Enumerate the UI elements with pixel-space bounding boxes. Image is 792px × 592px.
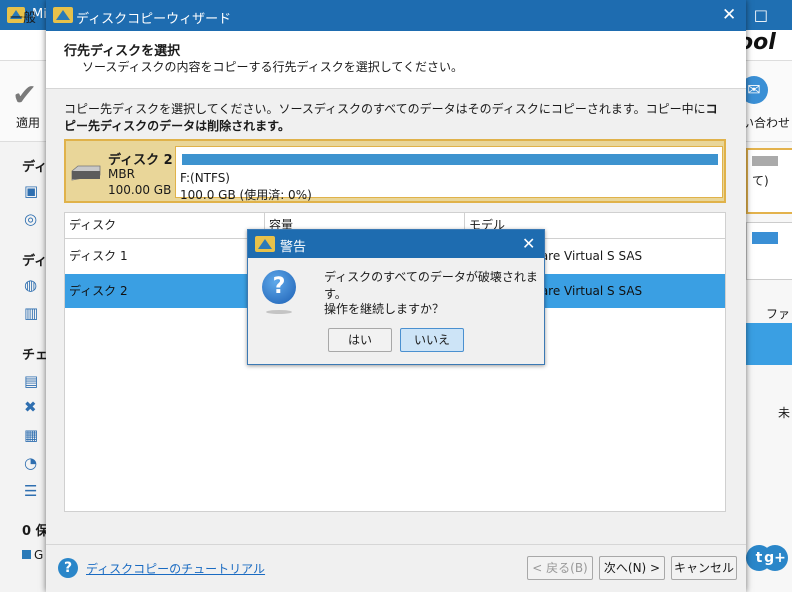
help-icon[interactable]: ? [58, 558, 78, 578]
sidebar-header-1: ディ [22, 160, 48, 175]
background-partition-bar [752, 156, 778, 166]
warning-message: ディスクのすべてのデータが破壊されます。 [324, 270, 538, 301]
background-disk-card-2[interactable] [746, 222, 792, 280]
cancel-button[interactable]: キャンセル [671, 556, 737, 580]
confirm-question: 操作を継続しますか？ [324, 302, 445, 316]
hard-disk-icon [71, 165, 101, 181]
row-disk: ディスク 2 [69, 284, 128, 298]
disk-icon[interactable]: ▣ [24, 182, 40, 200]
partition-block[interactable]: F:(NTFS) 100.0 GB (使用済: 0%) [175, 146, 723, 202]
next-button[interactable]: 次へ(N) > [599, 556, 665, 580]
wizard-header: 行先ディスクを選択 ソースディスクの内容をコピーする行先ディスクを選択してくださ… [46, 31, 746, 89]
list-icon[interactable]: ☰ [24, 482, 40, 500]
menu-general[interactable]: 一般 [10, 7, 36, 26]
apply-label[interactable]: 適用 [16, 114, 40, 131]
disk-refresh-icon[interactable]: ◎ [24, 210, 40, 228]
page-subtitle: ソースディスクの内容をコピーする行先ディスクを選択してください。 [82, 60, 464, 74]
warning-dialog: 警告 ✕ ? ディスクのすべてのデータが破壊されます。 操作を継続しますか？ は… [247, 229, 545, 365]
close-icon[interactable]: ✕ [722, 5, 736, 25]
disk-size: 100.00 GB [108, 183, 172, 197]
surface-test-icon[interactable]: ▦ [24, 426, 40, 444]
legend-label: G [34, 548, 44, 562]
trash-icon[interactable]: ▥ [24, 304, 40, 322]
sidebar-header-2: ディ [22, 254, 48, 269]
selected-disk-card[interactable]: ディスク 2 MBR 100.00 GB F:(NTFS) 100.0 GB (… [64, 139, 726, 203]
disk-type: MBR [108, 167, 135, 181]
globe-icon[interactable]: ◍ [24, 276, 40, 294]
legend-item: G [22, 548, 43, 562]
close-icon[interactable]: ✕ [522, 234, 535, 253]
contact-label[interactable]: い合わせ [742, 114, 790, 131]
tools-icon[interactable]: ✖ [24, 398, 40, 416]
legend-swatch-icon [22, 550, 31, 559]
instruction-plain: コピー先ディスクを選択してください。ソースディスクのすべてのデータはそのディスク… [64, 102, 706, 116]
column-header-disk[interactable]: ディスク [65, 213, 265, 238]
no-button[interactable]: いいえ [400, 328, 464, 352]
footer-divider [46, 544, 746, 545]
wizard-app-icon [53, 7, 73, 23]
pending-ops-label: 0 保 [22, 524, 49, 539]
page-title: 行先ディスクを選択 [64, 44, 181, 59]
apply-check-icon[interactable]: ✔ [12, 78, 37, 113]
disk-name: ディスク 2 [108, 153, 173, 168]
gauge-icon[interactable]: ◔ [24, 454, 40, 472]
background-partition-text: て) [752, 174, 769, 188]
tutorial-link[interactable]: ディスクコピーのチュートリアル [86, 560, 265, 577]
back-button[interactable]: < 戻る(B) [527, 556, 593, 580]
wizard-title: ディスクコピーウィザード [76, 12, 232, 27]
google-plus-icon[interactable]: g+ [762, 545, 788, 571]
background-partition-bar-2 [752, 232, 778, 244]
background-column-label: ファ [766, 307, 791, 321]
align-icon[interactable]: ▤ [24, 372, 40, 390]
sidebar-header-3: チェ [22, 348, 49, 363]
warning-title: 警告 [280, 240, 307, 255]
question-icon: ? [262, 270, 296, 304]
partition-name: F:(NTFS) [180, 171, 230, 185]
row-disk: ディスク 1 [69, 249, 128, 263]
question-icon-shadow [266, 310, 292, 314]
yes-button[interactable]: はい [328, 328, 392, 352]
partition-usage: 100.0 GB (使用済: 0%) [180, 188, 312, 202]
background-selected-row[interactable] [746, 323, 792, 365]
instruction-text: コピー先ディスクを選択してください。ソースディスクのすべてのデータはそのディスク… [64, 101, 724, 135]
partition-usage-bar [182, 154, 718, 165]
warning-app-icon [255, 236, 275, 252]
background-unallocated: 未 [778, 406, 791, 420]
